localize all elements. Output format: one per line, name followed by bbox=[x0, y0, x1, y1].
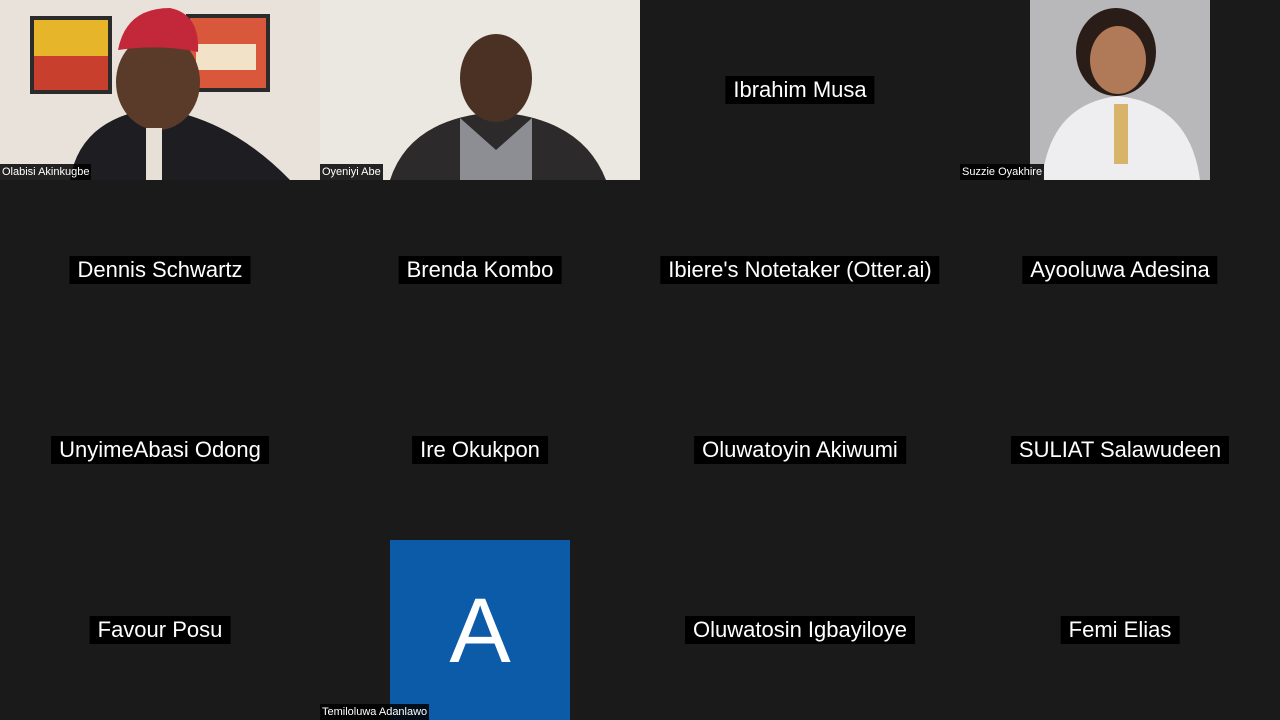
participant-name-label: Dennis Schwartz bbox=[69, 256, 251, 284]
participant-name-label: Ayooluwa Adesina bbox=[1022, 256, 1218, 284]
participant-tile-ire-okukpon[interactable]: Ire Okukpon bbox=[320, 360, 640, 540]
participant-tile-temiloluwa-adanlawo[interactable]: A Temiloluwa Adanlawo bbox=[320, 540, 640, 720]
participant-name-label: Oyeniyi Abe bbox=[320, 164, 383, 180]
participant-tile-unyimeabasi-odong[interactable]: UnyimeAbasi Odong bbox=[0, 360, 320, 540]
participant-tile-brenda-kombo[interactable]: Brenda Kombo bbox=[320, 180, 640, 360]
participant-name-label: Temiloluwa Adanlawo bbox=[320, 704, 430, 720]
participant-name-label: UnyimeAbasi Odong bbox=[51, 436, 269, 464]
avatar-initial: A bbox=[449, 580, 511, 682]
participant-name-label: Ibrahim Musa bbox=[725, 76, 875, 104]
participant-tile-oluwatosin-igbayiloye[interactable]: Oluwatosin Igbayiloye bbox=[640, 540, 960, 720]
participant-tile-ibrahim-musa[interactable]: Ibrahim Musa bbox=[640, 0, 960, 180]
participant-name-label: Suzzie Oyakhire bbox=[960, 164, 1045, 180]
participant-tile-femi-elias[interactable]: Femi Elias bbox=[960, 540, 1280, 720]
participant-tile-favour-posu[interactable]: Favour Posu bbox=[0, 540, 320, 720]
participant-tile-dennis-schwartz[interactable]: Dennis Schwartz bbox=[0, 180, 320, 360]
participant-tile-ibiere-notetaker[interactable]: Ibiere's Notetaker (Otter.ai) bbox=[640, 180, 960, 360]
participant-name-label: Oluwatoyin Akiwumi bbox=[694, 436, 906, 464]
participant-tile-oluwatoyin-akiwumi[interactable]: Oluwatoyin Akiwumi bbox=[640, 360, 960, 540]
participant-video bbox=[1030, 0, 1210, 180]
participant-name-label: Favour Posu bbox=[89, 616, 231, 644]
participant-name-label: SULIAT Salawudeen bbox=[1010, 436, 1230, 464]
participant-name-label: Oluwatosin Igbayiloye bbox=[684, 616, 916, 644]
participant-name-label: Olabisi Akinkugbe bbox=[0, 164, 92, 180]
participant-tile-olabisi-akinkugbe[interactable]: Olabisi Akinkugbe bbox=[0, 0, 320, 180]
participant-tile-ayooluwa-adesina[interactable]: Ayooluwa Adesina bbox=[960, 180, 1280, 360]
participant-video bbox=[0, 0, 320, 180]
participant-video bbox=[320, 0, 640, 180]
participant-tile-oyeniyi-abe[interactable]: Oyeniyi Abe bbox=[320, 0, 640, 180]
participant-tile-suliat-salawudeen[interactable]: SULIAT Salawudeen bbox=[960, 360, 1280, 540]
gallery-view: Olabisi Akinkugbe Oyeniyi Abe Ibrahim Mu… bbox=[0, 0, 1280, 720]
participant-name-label: Brenda Kombo bbox=[398, 256, 562, 284]
participant-name-label: Ibiere's Notetaker (Otter.ai) bbox=[660, 256, 940, 284]
avatar: A bbox=[390, 540, 570, 720]
participant-name-label: Femi Elias bbox=[1060, 616, 1180, 644]
participant-name-label: Ire Okukpon bbox=[412, 436, 548, 464]
participant-tile-suzzie-oyakhire[interactable]: Suzzie Oyakhire bbox=[960, 0, 1280, 180]
